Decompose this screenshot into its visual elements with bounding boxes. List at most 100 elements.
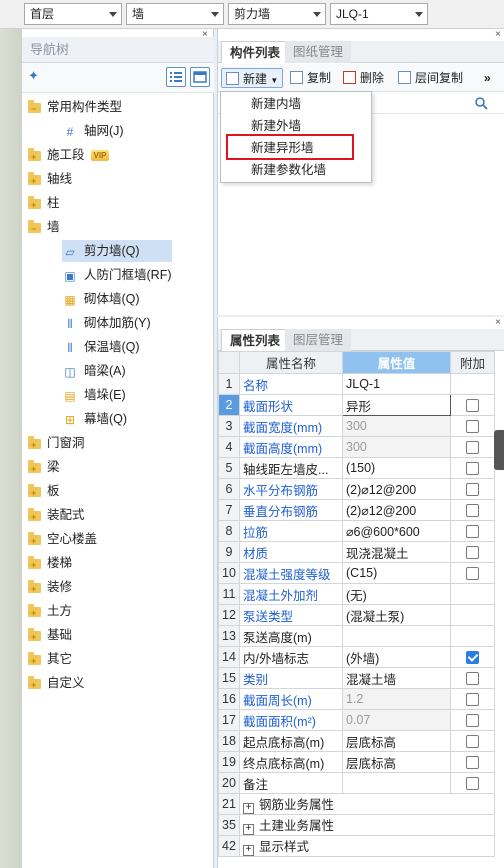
menu-new-inner-wall[interactable]: 新建内墙 — [221, 93, 371, 115]
property-value[interactable]: (2)⌀12@200 — [342, 478, 451, 500]
property-row[interactable]: 12 泵送类型 (混凝土泵) — [218, 604, 495, 626]
tree-item[interactable]: 柱 — [28, 192, 60, 216]
floor-dropdown[interactable]: 首层 — [24, 3, 122, 25]
expand-icon[interactable]: + — [243, 803, 254, 814]
property-row[interactable]: 5 轴线距左墙皮... (150) — [218, 457, 495, 479]
property-value[interactable]: (无) — [342, 583, 451, 605]
attach-checkbox[interactable] — [466, 399, 479, 413]
attach-checkbox[interactable] — [466, 735, 479, 749]
tree-item[interactable]: ⫴ 砌体加筋(Y) — [62, 312, 150, 334]
tree-item[interactable]: 其它 — [28, 648, 72, 672]
side-scroll-handle[interactable] — [494, 430, 504, 470]
tree-item[interactable]: 轴线 — [28, 168, 72, 192]
property-row[interactable]: 13 泵送高度(m) — [218, 625, 495, 647]
property-group-row[interactable]: 21 + 钢筋业务属性 — [218, 793, 495, 815]
floor-copy-button[interactable]: 层间复制 — [398, 68, 463, 88]
property-row[interactable]: 9 材质 现浇混凝土 — [218, 541, 495, 563]
property-value[interactable] — [342, 772, 451, 794]
new-button[interactable]: 新建 ▼ — [221, 68, 284, 88]
tree-item[interactable]: 装配式 — [28, 504, 85, 528]
property-value[interactable] — [342, 625, 451, 647]
attach-checkbox[interactable] — [466, 525, 479, 539]
property-row[interactable]: 3 截面宽度(mm) 300 — [218, 415, 495, 437]
tree-item[interactable]: # 轴网(J) — [62, 120, 124, 142]
tree-item[interactable]: 施工段 VIP — [28, 144, 110, 168]
property-value[interactable]: (150) — [342, 457, 451, 479]
tree-item[interactable]: 墙 — [28, 216, 60, 240]
tab-layer-management[interactable]: 图层管理 — [285, 329, 352, 351]
property-row[interactable]: 15 类别 混凝土墙 — [218, 667, 495, 689]
type-dropdown[interactable]: 剪力墙 — [228, 3, 326, 25]
attach-checkbox[interactable] — [466, 567, 479, 581]
tree-item[interactable]: ▱ 剪力墙(Q) — [62, 240, 172, 262]
property-row[interactable]: 1 名称 JLQ-1 — [218, 373, 495, 395]
list-view-icon[interactable] — [166, 67, 186, 87]
attach-checkbox[interactable] — [466, 714, 479, 728]
expand-icon[interactable]: + — [243, 824, 254, 835]
property-row[interactable]: 14 内/外墙标志 (外墙) — [218, 646, 495, 668]
property-row[interactable]: 4 截面高度(mm) 300 — [218, 436, 495, 458]
property-row[interactable]: 17 截面面积(m²) 0.07 — [218, 709, 495, 731]
tree-item[interactable]: 装修 — [28, 576, 72, 600]
attach-checkbox[interactable] — [466, 546, 479, 560]
category-dropdown[interactable]: 墙 — [126, 3, 224, 25]
property-value[interactable]: 层底标高 — [342, 730, 451, 752]
component-dropdown[interactable]: JLQ-1 — [330, 3, 428, 25]
property-row[interactable]: 6 水平分布钢筋 (2)⌀12@200 — [218, 478, 495, 500]
attach-checkbox[interactable] — [466, 441, 479, 455]
tree-item[interactable]: 自定义 — [28, 672, 85, 696]
menu-new-parametric-wall[interactable]: 新建参数化墙 — [221, 159, 371, 181]
property-value[interactable]: JLQ-1 — [342, 373, 451, 395]
attach-checkbox[interactable] — [466, 672, 479, 686]
property-value[interactable]: 300 — [342, 436, 451, 458]
property-row[interactable]: 8 拉筋 ⌀6@600*600 — [218, 520, 495, 542]
property-value[interactable]: (混凝土泵) — [342, 604, 451, 626]
panel-view-icon[interactable] — [190, 67, 210, 87]
expand-icon[interactable]: + — [243, 845, 254, 856]
close-icon[interactable]: × — [495, 29, 501, 40]
property-value[interactable]: 现浇混凝土 — [342, 541, 451, 563]
property-value[interactable]: (外墙) — [342, 646, 451, 668]
tree-item[interactable]: 土方 — [28, 600, 72, 624]
attach-checkbox[interactable] — [466, 420, 479, 434]
tab-property-list[interactable]: 属性列表 — [221, 329, 290, 351]
tree-item[interactable]: 梁 — [28, 456, 60, 480]
tree-item[interactable]: ▤ 墙垛(E) — [62, 384, 125, 406]
property-value[interactable]: 300 — [342, 415, 451, 437]
property-value[interactable]: (C15) — [342, 562, 451, 584]
property-value[interactable]: 0.07 — [342, 709, 451, 731]
attach-checkbox[interactable] — [466, 756, 479, 770]
property-row[interactable]: 7 垂直分布钢筋 (2)⌀12@200 — [218, 499, 495, 521]
property-value[interactable]: 异形 — [342, 394, 451, 416]
tree-item[interactable]: 门窗洞 — [28, 432, 85, 456]
tree-item[interactable]: 常用构件类型 — [28, 96, 122, 120]
tree-item[interactable]: ▦ 砌体墙(Q) — [62, 288, 139, 310]
property-value[interactable]: (2)⌀12@200 — [342, 499, 451, 521]
property-row[interactable]: 2 截面形状 异形 — [218, 394, 495, 416]
property-row[interactable]: 10 混凝土强度等级 (C15) — [218, 562, 495, 584]
tree-item[interactable]: 空心楼盖 — [28, 528, 97, 552]
tree-item[interactable]: 基础 — [28, 624, 72, 648]
property-value[interactable]: 层底标高 — [342, 751, 451, 773]
attach-checkbox[interactable] — [466, 462, 479, 476]
search-icon[interactable] — [474, 96, 488, 110]
tree-item[interactable]: ▣ 人防门框墙(RF) — [62, 264, 171, 286]
property-value[interactable]: 混凝土墙 — [342, 667, 451, 689]
tab-drawing-management[interactable]: 图纸管理 — [285, 41, 352, 63]
close-icon[interactable]: × — [495, 317, 501, 328]
property-value[interactable]: 1.2 — [342, 688, 451, 710]
property-group-row[interactable]: 35 + 土建业务属性 — [218, 814, 495, 836]
property-row[interactable]: 19 终点底标高(m) 层底标高 — [218, 751, 495, 773]
attach-checkbox[interactable] — [466, 504, 479, 518]
property-row[interactable]: 18 起点底标高(m) 层底标高 — [218, 730, 495, 752]
tree-item[interactable]: ⦀ 保温墙(Q) — [62, 336, 139, 358]
more-tools-button[interactable]: » — [484, 68, 491, 88]
property-value[interactable]: ⌀6@600*600 — [342, 520, 451, 542]
attach-checkbox[interactable] — [466, 777, 479, 791]
attach-checkbox[interactable] — [466, 693, 479, 707]
property-row[interactable]: 20 备注 — [218, 772, 495, 794]
property-row[interactable]: 11 混凝土外加剂 (无) — [218, 583, 495, 605]
attach-checkbox[interactable] — [466, 483, 479, 497]
copy-button[interactable]: 复制 — [290, 68, 331, 88]
tree-item[interactable]: ⊞ 幕墙(Q) — [62, 408, 127, 430]
